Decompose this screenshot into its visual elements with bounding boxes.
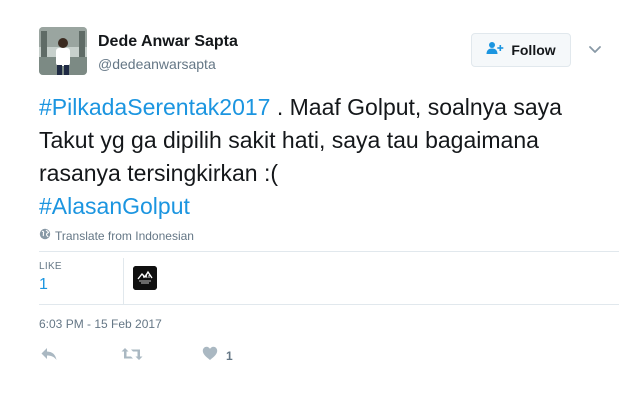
likes-stat[interactable]: LIKE 1 bbox=[39, 258, 123, 304]
like-count: 1 bbox=[226, 349, 233, 363]
tweet-header: Dede Anwar Sapta @dedeanwarsapta Follow bbox=[39, 27, 619, 79]
chevron-down-icon[interactable] bbox=[587, 41, 603, 57]
retweet-icon bbox=[121, 346, 143, 367]
tweet-text: #PilkadaSerentak2017 . Maaf Golput, soal… bbox=[39, 91, 599, 223]
tweet-stats: LIKE 1 bbox=[39, 258, 619, 304]
reply-icon bbox=[40, 346, 58, 367]
author-handle[interactable]: @dedeanwarsapta bbox=[98, 56, 216, 72]
hashtag-link[interactable]: #PilkadaSerentak2017 bbox=[39, 94, 270, 120]
translate-link[interactable]: Translate from Indonesian bbox=[39, 228, 194, 243]
reply-button[interactable] bbox=[40, 346, 58, 367]
globe-icon bbox=[39, 228, 51, 243]
retweet-button[interactable] bbox=[121, 346, 143, 367]
likes-count: 1 bbox=[39, 276, 48, 293]
avatar[interactable] bbox=[39, 27, 87, 75]
translate-label: Translate from Indonesian bbox=[55, 228, 194, 243]
tweet-actions: 1 bbox=[39, 346, 339, 368]
author-name[interactable]: Dede Anwar Sapta bbox=[98, 33, 238, 51]
divider bbox=[123, 258, 124, 304]
divider bbox=[39, 304, 619, 305]
add-user-icon bbox=[486, 41, 504, 60]
likes-label: LIKE bbox=[39, 261, 62, 272]
like-button[interactable]: 1 bbox=[202, 346, 233, 366]
hashtag-link[interactable]: #AlasanGolput bbox=[39, 193, 190, 219]
tweet-timestamp[interactable]: 6:03 PM - 15 Feb 2017 bbox=[39, 317, 162, 331]
divider bbox=[39, 251, 619, 252]
follow-button[interactable]: Follow bbox=[471, 33, 571, 67]
liker-avatar[interactable] bbox=[133, 266, 157, 290]
follow-label: Follow bbox=[511, 42, 556, 58]
heart-icon bbox=[202, 346, 218, 366]
